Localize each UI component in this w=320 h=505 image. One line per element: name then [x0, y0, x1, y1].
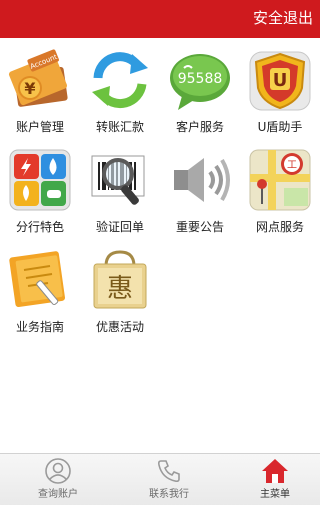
menu-item-business-guide[interactable]: 业务指南	[0, 238, 80, 334]
menu-item-u-shield[interactable]: U U盾助手	[240, 38, 320, 134]
refresh-arrows-icon	[88, 48, 152, 112]
svg-text:工: 工	[287, 160, 297, 171]
menu-item-label: 网点服务	[255, 220, 304, 234]
menu-item-announcements[interactable]: 重要公告	[160, 138, 240, 234]
home-icon	[261, 457, 289, 485]
u-shield-icon: U	[248, 48, 312, 112]
menu-item-label: 业务指南	[15, 320, 64, 334]
menu-item-label: U盾助手	[257, 120, 303, 134]
menu-item-branch-features[interactable]: 分行特色	[0, 138, 80, 234]
menu-item-verify-receipt[interactable]: 验证回单	[80, 138, 160, 234]
menu-item-promotions[interactable]: 惠 优惠活动	[80, 238, 160, 334]
menu-item-label: 验证回单	[95, 220, 144, 234]
logout-button[interactable]: 安全退出	[253, 8, 313, 28]
speaker-icon	[168, 148, 232, 212]
tab-label: 联系我行	[149, 489, 189, 500]
svg-text:¥: ¥	[24, 79, 35, 98]
main-menu-grid: Account ¥ 账户管理 转账汇款 95588 客户服务 U U盾助手 分行…	[0, 38, 320, 453]
menu-item-label: 账户管理	[15, 120, 64, 134]
menu-item-branch-locator[interactable]: 工 网点服务	[240, 138, 320, 234]
svg-text:惠: 惠	[107, 274, 133, 304]
menu-item-transfer[interactable]: 转账汇款	[80, 38, 160, 134]
menu-item-label: 客户服务	[175, 120, 224, 134]
phone-bubble-icon: 95588	[168, 48, 232, 112]
bottom-tab-bar: 查询账户 联系我行 主菜单	[0, 453, 320, 505]
barcode-magnifier-icon	[88, 148, 152, 212]
menu-item-label: 重要公告	[175, 220, 224, 234]
account-book-icon: Account ¥	[8, 48, 72, 112]
menu-item-customer-service[interactable]: 95588 客户服务	[160, 38, 240, 134]
tab-label: 查询账户	[38, 489, 78, 500]
shopping-bag-icon: 惠	[88, 248, 152, 312]
menu-item-label: 转账汇款	[95, 120, 144, 134]
app-header: 安全退出	[0, 0, 320, 39]
notepad-pen-icon	[8, 248, 72, 312]
tab-contact-us[interactable]: 联系我行	[116, 454, 222, 505]
phone-icon	[155, 457, 183, 485]
menu-item-label: 优惠活动	[95, 320, 144, 334]
user-icon	[44, 457, 72, 485]
svg-text:95588: 95588	[178, 71, 223, 87]
svg-text:U: U	[273, 70, 288, 91]
menu-item-account-management[interactable]: Account ¥ 账户管理	[0, 38, 80, 134]
tab-query-account[interactable]: 查询账户	[5, 454, 111, 505]
map-pin-icon: 工	[248, 148, 312, 212]
tab-main-menu[interactable]: 主菜单	[222, 454, 320, 505]
utility-tiles-icon	[8, 148, 72, 212]
menu-item-label: 分行特色	[15, 220, 64, 234]
tab-label: 主菜单	[260, 489, 290, 500]
